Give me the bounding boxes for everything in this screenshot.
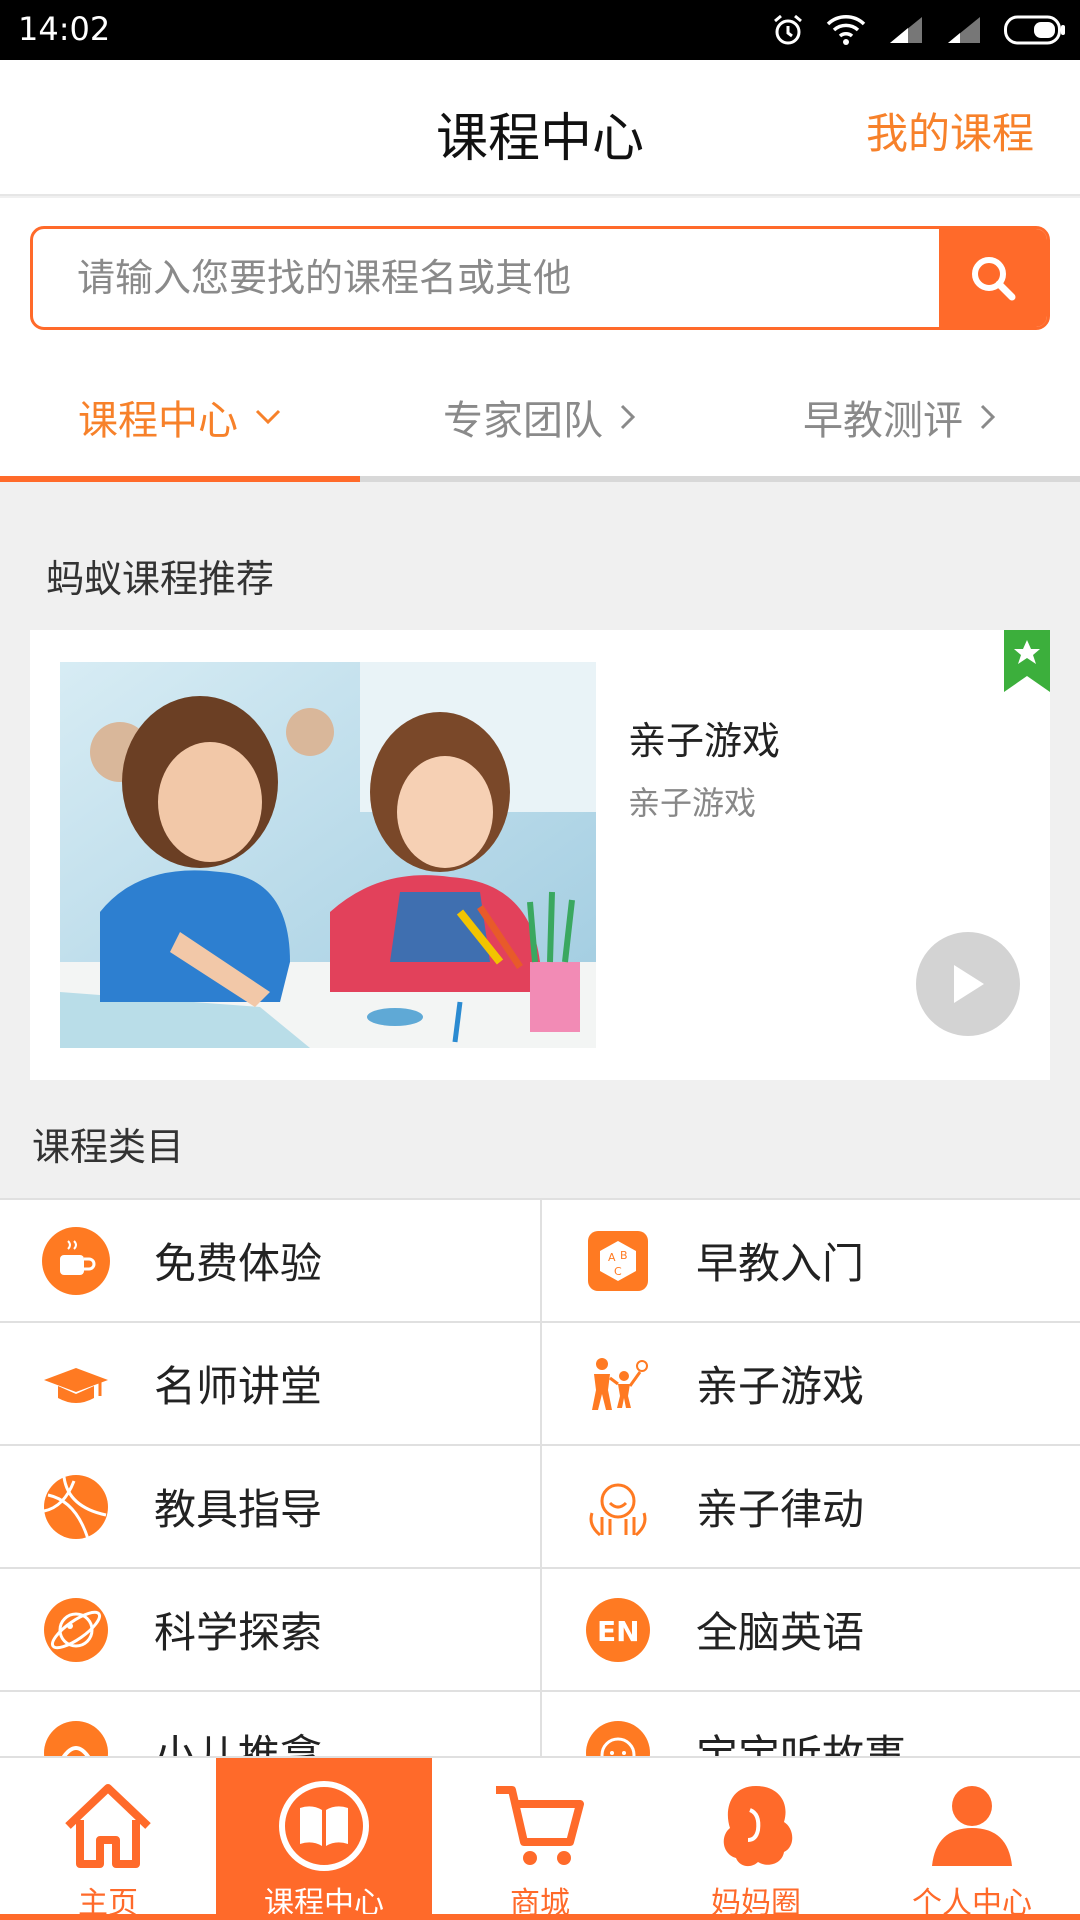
battery-icon [1004,15,1065,45]
category-early-education[interactable]: ABC 早教入门 [540,1200,1080,1323]
category-label: 免费体验 [154,1239,323,1288]
search-input[interactable] [33,229,943,327]
svg-text:A: A [608,1251,616,1264]
course-photo[interactable] [60,662,596,1048]
tab-course-center[interactable]: 课程中心 [0,358,360,476]
tab-label: 课程中心 [78,398,238,444]
category-infant-massage[interactable]: 小儿推拿 [0,1692,540,1758]
nav-mall[interactable]: 商城 [432,1758,648,1920]
signal-icon [890,17,922,43]
category-grid: 免费体验 ABC 早教入门 名师讲堂 亲子游戏 教具指导 亲子律动 科学探索 E… [0,1198,1080,1758]
book-icon [278,1778,370,1874]
search-icon [972,257,1016,301]
cup-icon [42,1226,110,1295]
category-label: 名师讲堂 [154,1362,323,1411]
top-header: 课程中心 我的课程 [0,60,1080,196]
search-button[interactable] [939,229,1047,327]
category-label: 宝宝听故事 [696,1731,907,1758]
play-button[interactable] [916,932,1020,1036]
category-free-trial[interactable]: 免费体验 [0,1200,540,1323]
alarm-icon [774,14,802,45]
ball-icon [42,1473,110,1541]
story-icon [584,1719,652,1758]
recommend-section-title: 蚂蚁课程推荐 [46,557,275,601]
bookmark-star-icon[interactable] [1004,630,1050,692]
category-label: 小儿推拿 [154,1731,323,1758]
abc-block-icon: ABC [584,1227,652,1295]
card-title: 亲子游戏 [628,719,781,763]
category-label: 亲子游戏 [696,1362,865,1411]
category-parent-child-rhythm[interactable]: 亲子律动 [540,1446,1080,1569]
status-time: 14:02 [18,10,111,48]
category-famous-teacher[interactable]: 名师讲堂 [0,1323,540,1446]
card-subtitle: 亲子游戏 [628,784,757,822]
tab-expert-team[interactable]: 专家团队 [360,358,720,476]
search-box [30,226,1050,330]
svg-text:C: C [614,1265,622,1278]
cart-icon [492,1778,588,1874]
category-label: 科学探索 [154,1608,323,1657]
category-baby-stories[interactable]: 宝宝听故事 [540,1692,1080,1758]
play-icon [954,965,984,1003]
tab-early-education-test[interactable]: 早教测评 [720,358,1080,476]
home-icon [62,1778,154,1874]
course-photo-illustration [60,662,596,1048]
wifi-icon [826,15,866,45]
status-bar: 14:02 [0,0,1080,60]
category-label: 教具指导 [154,1485,323,1534]
svg-text:EN: EN [597,1615,640,1648]
svg-text:B: B [620,1249,628,1262]
tab-indicator-track [0,476,1080,482]
status-icons [772,12,1066,48]
nav-course-center[interactable]: 课程中心 [216,1758,432,1920]
planet-icon [42,1596,110,1664]
chevron-right-icon [980,404,996,430]
graduation-cap-icon [42,1350,110,1418]
nav-bottom-strip [0,1914,1080,1920]
category-parent-child-games[interactable]: 亲子游戏 [540,1323,1080,1446]
en-icon: EN [584,1596,652,1664]
category-science[interactable]: 科学探索 [0,1569,540,1692]
tab-label: 专家团队 [443,398,603,444]
recommend-card[interactable]: 亲子游戏 亲子游戏 [30,630,1050,1080]
nav-home[interactable]: 主页 [0,1758,216,1920]
category-label: 全脑英语 [696,1608,865,1657]
tab-indicator [0,476,360,482]
bottom-nav: 主页 课程中心 商城 妈妈圈 个人中心 [0,1756,1080,1920]
person-icon [926,1778,1018,1874]
dance-icon [584,1473,652,1541]
nav-mom-circle[interactable]: 妈妈圈 [648,1758,864,1920]
search-area [0,198,1080,358]
mom-icon [710,1778,802,1874]
category-label: 早教入门 [696,1239,865,1288]
categories-section-title: 课程类目 [32,1125,185,1169]
massage-icon [42,1719,110,1758]
category-english[interactable]: EN 全脑英语 [540,1569,1080,1692]
signal-icon-2 [948,17,980,43]
tab-label: 早教测评 [803,398,963,444]
parent-child-icon [584,1350,652,1418]
chevron-right-icon [620,404,636,430]
my-courses-link[interactable]: 我的课程 [866,100,1034,161]
app-screen: 14:02 课程中心 我的课程 课程中心 专家团队 [0,0,1080,1920]
nav-profile[interactable]: 个人中心 [864,1758,1080,1920]
category-label: 亲子律动 [696,1485,865,1534]
tab-bar: 课程中心 专家团队 早教测评 [0,358,1080,482]
category-teaching-aids[interactable]: 教具指导 [0,1446,540,1569]
chevron-down-icon [255,409,281,425]
